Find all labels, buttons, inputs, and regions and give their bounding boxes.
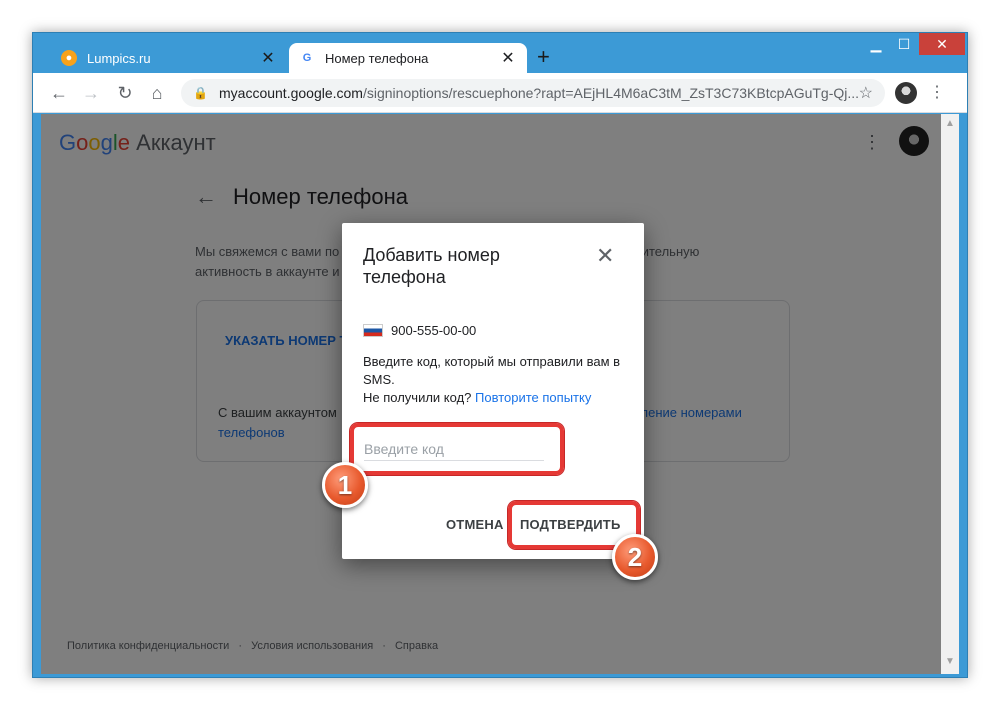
code-input-highlight xyxy=(350,423,564,475)
cancel-button[interactable]: ОТМЕНА xyxy=(446,517,504,532)
forward-arrow-icon[interactable]: → xyxy=(79,81,103,105)
browser-menu-icon[interactable]: ⋮ xyxy=(929,83,945,103)
browser-window: ● Lumpics.ru ✕ G Номер телефона ✕ + ▁ ☐ … xyxy=(32,32,968,678)
lumpics-orange-icon: ● xyxy=(61,50,77,66)
back-arrow-icon[interactable]: ← xyxy=(47,81,71,105)
url-host: myaccount.google.com xyxy=(219,85,363,101)
close-icon[interactable]: ✕ xyxy=(596,243,614,269)
scrollbar[interactable]: ▲ ▼ xyxy=(941,114,959,674)
profile-avatar-icon[interactable] xyxy=(895,82,917,104)
tab-strip: ● Lumpics.ru ✕ G Номер телефона ✕ + ▁ ☐ … xyxy=(33,33,967,73)
step-1-badge: 1 xyxy=(322,462,368,508)
maximize-button[interactable]: ☐ xyxy=(891,33,917,55)
url-path: /signinoptions/rescuephone?rapt=AEjHL4M6… xyxy=(362,85,860,101)
google-g-icon: G xyxy=(302,52,312,64)
instruction-text: Введите код, который мы отправили вам в … xyxy=(363,354,621,387)
retry-link[interactable]: Повторите попытку xyxy=(475,390,591,405)
tab-title: Lumpics.ru xyxy=(87,50,151,66)
dialog-instructions: Введите код, который мы отправили вам в … xyxy=(363,353,625,407)
tab-title: Номер телефона xyxy=(325,50,429,66)
dialog-title: Добавить номер телефона xyxy=(363,245,500,287)
browser-toolbar: ← → ↻ ⌂ 🔒 myaccount.google.com /signinop… xyxy=(33,73,967,113)
phone-number: 900-555-00-00 xyxy=(391,323,477,338)
home-icon[interactable]: ⌂ xyxy=(145,81,169,105)
step-2-badge: 2 xyxy=(612,534,658,580)
bookmark-star-icon[interactable]: ☆ xyxy=(859,83,873,103)
close-icon[interactable]: ✕ xyxy=(259,48,277,68)
no-code-text: Не получили код? xyxy=(363,390,472,405)
close-icon[interactable]: ✕ xyxy=(499,48,517,68)
confirm-button[interactable]: ПОДТВЕРДИТЬ xyxy=(520,517,621,532)
minimize-button[interactable]: ▁ xyxy=(863,33,889,55)
address-bar[interactable]: 🔒 myaccount.google.com /signinoptions/re… xyxy=(181,79,885,107)
add-phone-dialog: Добавить номер телефона ✕ 900-555-00-00 … xyxy=(342,223,644,559)
russia-flag-icon xyxy=(363,324,383,337)
tab-phone-number[interactable]: G Номер телефона ✕ xyxy=(289,43,527,73)
scroll-down-icon[interactable]: ▼ xyxy=(945,656,955,667)
verification-code-input[interactable] xyxy=(364,437,544,461)
reload-icon[interactable]: ↻ xyxy=(113,81,137,105)
phone-number-row: 900-555-00-00 xyxy=(363,323,476,338)
new-tab-button[interactable]: + xyxy=(537,46,550,68)
tab-lumpics[interactable]: ● Lumpics.ru ✕ xyxy=(51,43,287,73)
lock-icon: 🔒 xyxy=(193,86,208,100)
window-close-button[interactable]: ✕ xyxy=(919,33,965,55)
scroll-up-icon[interactable]: ▲ xyxy=(945,118,955,129)
